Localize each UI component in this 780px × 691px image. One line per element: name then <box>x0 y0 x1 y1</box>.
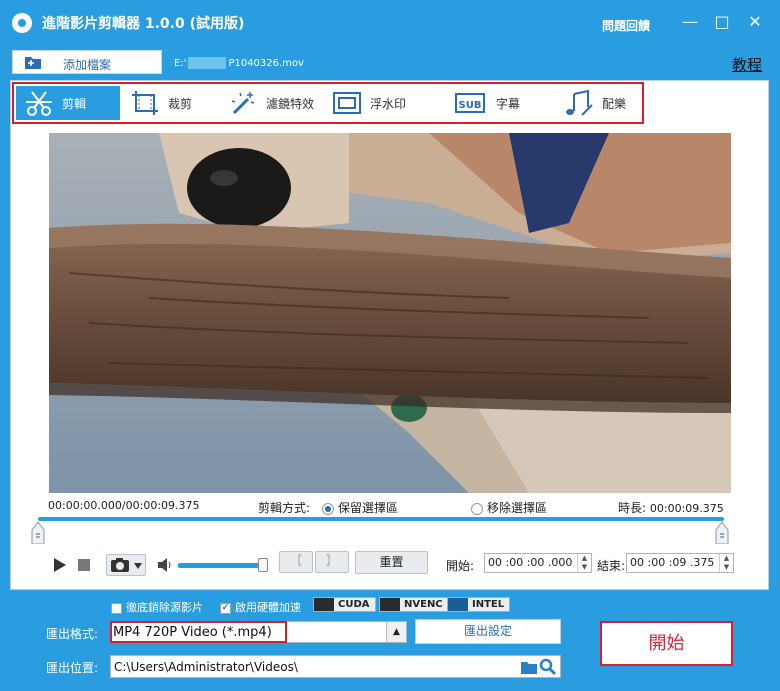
erase-source-checkbox[interactable] <box>111 602 122 614</box>
add-file-label: 添加檔案 <box>63 58 112 72</box>
search-icon[interactable] <box>539 658 557 676</box>
export-settings-button[interactable]: 匯出設定 <box>415 619 561 644</box>
hw-accel-option[interactable]: ✓ 啟用硬體加速 <box>220 599 301 615</box>
current-time: 00:00:00.000 <box>48 499 122 512</box>
video-preview <box>49 133 731 493</box>
gpu-intel-badge: INTEL <box>447 597 511 612</box>
start-button[interactable]: 開始 <box>600 621 733 666</box>
keep-selection-label: 保留選擇區 <box>338 501 399 515</box>
remove-selection-radio[interactable]: 移除選擇區 <box>471 499 547 516</box>
maximize-icon[interactable]: □ <box>712 12 732 32</box>
erase-source-label: 徹底銷除源影片 <box>126 601 203 614</box>
gpu-intel-label: INTEL <box>472 599 505 610</box>
start-time-spinner[interactable]: ▲ ▼ <box>577 554 591 572</box>
add-folder-icon <box>25 57 41 69</box>
file-path-suffix: P1040326.mov <box>228 58 304 69</box>
start-time-label: 開始: <box>446 559 475 573</box>
keep-radio-indicator <box>322 502 334 515</box>
app-title: 進階影片剪輯器 1.0.0 (試用版) <box>42 16 245 32</box>
volume-level-fill <box>178 563 264 568</box>
reset-button[interactable]: 重置 <box>355 551 428 574</box>
timeline-track[interactable] <box>38 517 724 521</box>
export-location-input[interactable]: C:\Users\Administrator\Videos\ <box>110 655 561 678</box>
remove-selection-label: 移除選擇區 <box>487 501 548 515</box>
keep-selection-radio[interactable]: 保留選擇區 <box>322 499 398 516</box>
export-location-label: 匯出位置: <box>46 661 99 675</box>
volume-slider-thumb[interactable] <box>258 558 268 572</box>
tutorial-link[interactable]: 教程 <box>732 54 762 75</box>
speaker-icon <box>158 558 171 572</box>
file-path-prefix: E:' <box>174 58 187 69</box>
start-time-input[interactable]: 00 :00 :00 .000 ▲ ▼ <box>484 553 592 573</box>
end-time-spinner[interactable]: ▲ ▼ <box>719 554 733 572</box>
folder-icon[interactable] <box>520 659 538 675</box>
end-time-input[interactable]: 00 :00 :09 .375 ▲ ▼ <box>626 553 734 573</box>
cut-mode-label: 剪輯方式: <box>258 501 311 515</box>
gpu-cuda-badge: CUDA <box>313 597 376 612</box>
redacted-segment <box>188 57 227 69</box>
file-path: E:' P1040326.mov <box>174 57 304 69</box>
stop-icon <box>78 559 90 571</box>
add-file-button[interactable]: 添加檔案 <box>12 50 162 74</box>
play-button[interactable] <box>52 553 68 577</box>
export-location-value: C:\Users\Administrator\Videos\ <box>114 660 298 674</box>
camera-icon <box>111 558 142 572</box>
total-time: 00:00:09.375 <box>125 499 200 512</box>
stop-button[interactable] <box>77 553 91 577</box>
close-icon[interactable]: ✕ <box>745 12 765 32</box>
export-format-label: 匯出格式: <box>46 627 99 641</box>
remove-radio-indicator <box>471 502 483 515</box>
mark-out-button[interactable]: 】 <box>315 551 349 573</box>
format-highlight-frame <box>110 621 287 643</box>
mark-out-icon: 】 <box>325 554 339 569</box>
end-time-label: 結束: <box>597 559 626 573</box>
tabs-highlight-frame <box>12 82 644 124</box>
snapshot-button[interactable] <box>106 554 146 576</box>
duration-display: 時長: 00:00:09.375 <box>618 499 724 516</box>
play-icon <box>54 558 66 572</box>
volume-slider[interactable] <box>178 563 264 568</box>
minimize-icon[interactable]: — <box>680 12 700 32</box>
duration-label: 時長: <box>618 501 647 515</box>
gpu-nvenc-label: NVENC <box>404 599 443 610</box>
nvidia-logo-icon <box>314 598 334 611</box>
video-frame-image <box>49 133 731 493</box>
erase-source-option[interactable]: 徹底銷除源影片 <box>111 599 203 615</box>
current-time-display: 00:00:00.000/00:00:09.375 <box>48 499 200 512</box>
nvidia-logo-icon <box>380 598 400 611</box>
volume-button[interactable] <box>156 553 174 577</box>
duration-value: 00:00:09.375 <box>649 502 724 515</box>
timeline-end-handle[interactable] <box>715 522 729 544</box>
gpu-cuda-label: CUDA <box>338 599 370 610</box>
start-time-value: 00 :00 :00 .000 <box>488 556 573 569</box>
timeline-start-handle[interactable] <box>31 522 45 544</box>
feedback-link[interactable]: 問題回饋 <box>602 17 650 34</box>
app-logo-icon <box>12 13 32 33</box>
mark-in-button[interactable]: 【 <box>279 551 313 573</box>
dropdown-arrow-icon[interactable]: ▲ <box>386 622 406 642</box>
hw-accel-checkbox[interactable]: ✓ <box>220 602 231 614</box>
gpu-nvenc-badge: NVENC <box>379 597 449 612</box>
hw-accel-label: 啟用硬體加速 <box>235 601 301 614</box>
mark-in-icon: 【 <box>289 554 303 569</box>
intel-logo-icon <box>448 598 468 611</box>
end-time-value: 00 :00 :09 .375 <box>630 556 715 569</box>
